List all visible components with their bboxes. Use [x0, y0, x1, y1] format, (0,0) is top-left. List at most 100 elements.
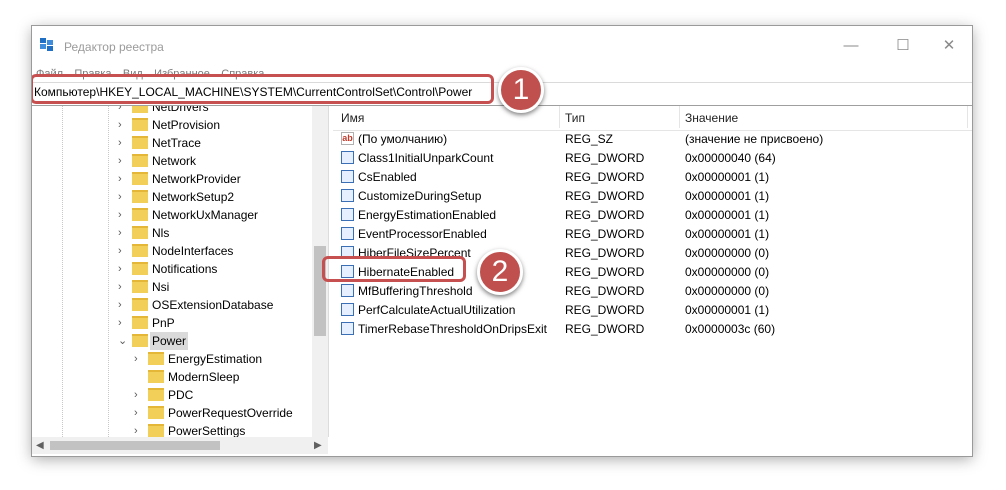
expand-arrow-icon[interactable]: › [118, 314, 130, 332]
value-data: 0x00000001 (1) [685, 170, 770, 184]
expand-arrow-icon[interactable]: › [118, 134, 130, 152]
folder-icon [132, 208, 148, 221]
expand-arrow-icon[interactable]: › [118, 206, 130, 224]
value-name: EventProcessorEnabled [358, 227, 487, 241]
folder-icon [148, 370, 164, 383]
list-header: Имя Тип Значение [333, 106, 972, 131]
value-name: CustomizeDuringSetup [358, 189, 482, 203]
expand-arrow-icon[interactable]: › [118, 152, 130, 170]
value-row[interactable]: Class1InitialUnparkCount REG_DWORD 0x00000… [333, 149, 972, 168]
value-row[interactable]: CustomizeDuringSetup REG_DWORD 0x00000001 … [333, 187, 972, 206]
tree-horizontal-scroll-thumb[interactable] [50, 441, 220, 450]
expand-arrow-icon[interactable]: › [118, 116, 130, 134]
value-type: REG_DWORD [565, 189, 645, 203]
dword-value-icon [341, 284, 354, 297]
tree-item-label: PowerRequestOverride [168, 406, 293, 420]
dword-value-icon [341, 189, 354, 202]
folder-icon [132, 280, 148, 293]
tree-item-label: NetworkUxManager [152, 208, 259, 222]
value-data: 0x00000000 (0) [685, 265, 770, 279]
expand-arrow-icon[interactable]: › [118, 278, 130, 296]
value-name: (По умолчанию) [358, 132, 448, 146]
tree-item-label: Network [152, 154, 197, 168]
column-value[interactable]: Значение [685, 111, 738, 125]
value-data: 0x00000001 (1) [685, 208, 770, 222]
expand-arrow-icon[interactable]: › [118, 260, 130, 278]
expand-arrow-icon[interactable]: › [118, 224, 130, 242]
value-type: REG_DWORD [565, 265, 645, 279]
value-name: CsEnabled [358, 170, 417, 184]
value-name: TimerRebaseThresholdOnDripsExit [358, 322, 547, 336]
value-type: REG_DWORD [565, 170, 645, 184]
folder-icon [132, 226, 148, 239]
tree-item-label: NetTrace [152, 136, 201, 150]
value-data: 0x00000001 (1) [685, 227, 770, 241]
value-type: REG_DWORD [565, 151, 645, 165]
column-type[interactable]: Тип [565, 111, 585, 125]
value-row[interactable]: ab (По умолчанию) REG_SZ (значение не присв… [333, 130, 972, 149]
value-data: 0x00000000 (0) [685, 284, 770, 298]
collapse-arrow-icon[interactable]: ⌄ [118, 332, 130, 350]
folder-icon [132, 106, 148, 113]
expand-arrow-icon[interactable]: › [134, 404, 146, 422]
folder-icon [132, 262, 148, 275]
tree-guide-line [62, 106, 63, 437]
expand-arrow-icon[interactable]: › [118, 188, 130, 206]
tree-item-label: OSExtensionDatabase [152, 298, 274, 312]
expand-arrow-icon[interactable]: › [118, 296, 130, 314]
expand-arrow-icon[interactable]: › [118, 106, 130, 116]
value-row[interactable]: EnergyEstimationEnabled REG_DWORD 0x000000… [333, 206, 972, 225]
scroll-left-icon[interactable]: ◀ [36, 440, 44, 451]
value-row[interactable]: TimerRebaseThresholdOnDripsExit REG_DWORD… [333, 320, 972, 339]
registry-editor-window: Редактор реестра — ☐ ✕ Файл Правка Вид И… [32, 26, 972, 456]
minimize-button[interactable]: — [828, 35, 874, 59]
string-value-icon: ab [341, 132, 354, 145]
scroll-right-icon[interactable]: ▶ [314, 440, 322, 451]
value-row[interactable]: CsEnabled REG_DWORD 0x00000001 (1) [333, 168, 972, 187]
title-bar[interactable]: Редактор реестра — ☐ ✕ [32, 26, 972, 60]
expand-arrow-icon[interactable]: › [134, 386, 146, 404]
dword-value-icon [341, 170, 354, 183]
tree-guide-line [108, 106, 109, 437]
tree-item-label: PowerSettings [168, 424, 246, 437]
column-divider[interactable] [679, 106, 680, 128]
folder-icon [132, 154, 148, 167]
dword-value-icon [341, 303, 354, 316]
expand-arrow-icon[interactable]: › [134, 422, 146, 437]
value-data: 0x00000040 (64) [685, 151, 776, 165]
dword-value-icon [341, 322, 354, 335]
registry-editor-icon [40, 38, 53, 51]
maximize-button[interactable]: ☐ [880, 35, 926, 59]
value-name: EnergyEstimationEnabled [358, 208, 497, 222]
folder-icon [132, 118, 148, 131]
expand-arrow-icon[interactable]: › [134, 350, 146, 368]
value-type: REG_DWORD [565, 227, 645, 241]
folder-icon [132, 244, 148, 257]
tree-item-label: NetDrivers [152, 106, 209, 114]
column-divider[interactable] [967, 106, 968, 128]
value-type: REG_DWORD [565, 208, 645, 222]
column-name[interactable]: Имя [341, 111, 364, 125]
expand-arrow-icon[interactable]: › [118, 170, 130, 188]
tree-item-label: PDC [168, 388, 194, 402]
folder-icon [132, 190, 148, 203]
folder-icon [132, 316, 148, 329]
close-button[interactable]: ✕ [926, 35, 972, 59]
column-divider[interactable] [559, 106, 560, 128]
value-name: Class1InitialUnparkCount [358, 151, 494, 165]
value-name: PerfCalculateActualUtilization [358, 303, 516, 317]
folder-icon [148, 352, 164, 365]
tree-horizontal-scrollbar[interactable]: ◀ ▶ [32, 437, 328, 454]
value-type: REG_DWORD [565, 284, 645, 298]
value-row[interactable]: MfBufferingThreshold REG_DWORD 0x00000000 … [333, 282, 972, 301]
value-type: REG_DWORD [565, 246, 645, 260]
folder-icon [132, 334, 148, 347]
value-data: (значение не присвоено) [685, 132, 824, 146]
tree-item-label: Nls [152, 226, 170, 240]
value-row[interactable]: EventProcessorEnabled REG_DWORD 0x00000001… [333, 225, 972, 244]
tree-item-label: NodeInterfaces [152, 244, 234, 258]
expand-arrow-icon[interactable]: › [118, 242, 130, 260]
value-data: 0x00000000 (0) [685, 246, 770, 260]
value-row[interactable]: PerfCalculateActualUtilization REG_DWORD 0… [333, 301, 972, 320]
folder-icon [132, 298, 148, 311]
